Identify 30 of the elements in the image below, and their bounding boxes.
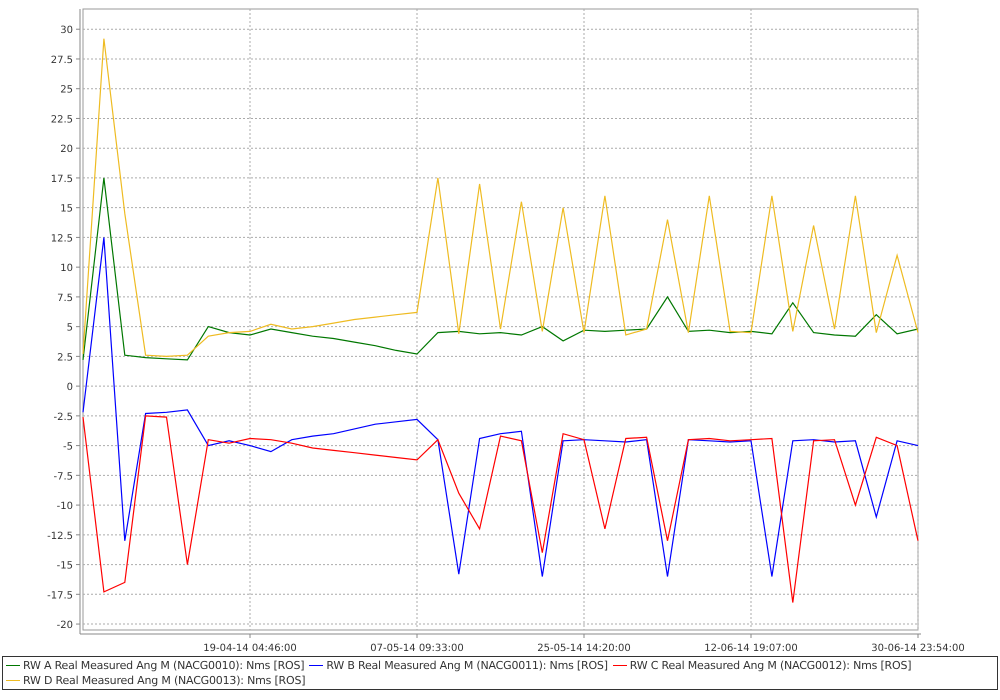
legend-label: RW A Real Measured Ang M (NACG0010): Nms [ROS] bbox=[23, 659, 304, 672]
x-tick-label: 30-06-14 23:54:00 bbox=[871, 643, 965, 652]
x-tick-label: 07-05-14 09:33:00 bbox=[370, 643, 464, 652]
legend-label: RW B Real Measured Ang M (NACG0011): Nms [ROS] bbox=[326, 659, 608, 672]
y-tick-label: 7.5 bbox=[57, 292, 73, 304]
y-tick-label: 30 bbox=[60, 25, 73, 36]
y-tick-label: 22.5 bbox=[50, 114, 73, 126]
y-tick-label: 10 bbox=[60, 263, 73, 274]
y-tick-label: -15 bbox=[56, 560, 73, 572]
y-tick-label: 12.5 bbox=[50, 233, 73, 244]
y-tick-label: 20 bbox=[60, 144, 73, 156]
x-tick-label: 25-05-14 14:20:00 bbox=[537, 643, 631, 652]
y-tick-label: -12.5 bbox=[47, 530, 73, 542]
legend-label: RW D Real Measured Ang M (NACG0013): Nms [ROS] bbox=[23, 674, 306, 687]
y-tick-label: 27.5 bbox=[50, 54, 73, 66]
y-tick-label: 17.5 bbox=[50, 174, 73, 185]
y-tick-label: -2.5 bbox=[53, 412, 73, 423]
y-tick-label: -20 bbox=[56, 620, 73, 632]
y-tick-label: -17.5 bbox=[47, 590, 73, 602]
y-tick-label: -5 bbox=[63, 442, 73, 453]
y-tick-label: 25 bbox=[60, 84, 73, 96]
legend-label: RW C Real Measured Ang M (NACG0012): Nms [ROS] bbox=[630, 659, 912, 672]
y-tick-label: 0 bbox=[66, 382, 73, 394]
x-tick-label: 19-04-14 04:46:00 bbox=[203, 643, 297, 652]
y-tick-label: -10 bbox=[56, 501, 73, 512]
y-tick-label: 15 bbox=[60, 204, 73, 215]
y-tick-label: 2.5 bbox=[57, 352, 73, 364]
y-tick-label: 5 bbox=[66, 322, 73, 334]
x-tick-label: 12-06-14 19:07:00 bbox=[704, 643, 798, 652]
y-tick-label: -7.5 bbox=[53, 471, 73, 482]
